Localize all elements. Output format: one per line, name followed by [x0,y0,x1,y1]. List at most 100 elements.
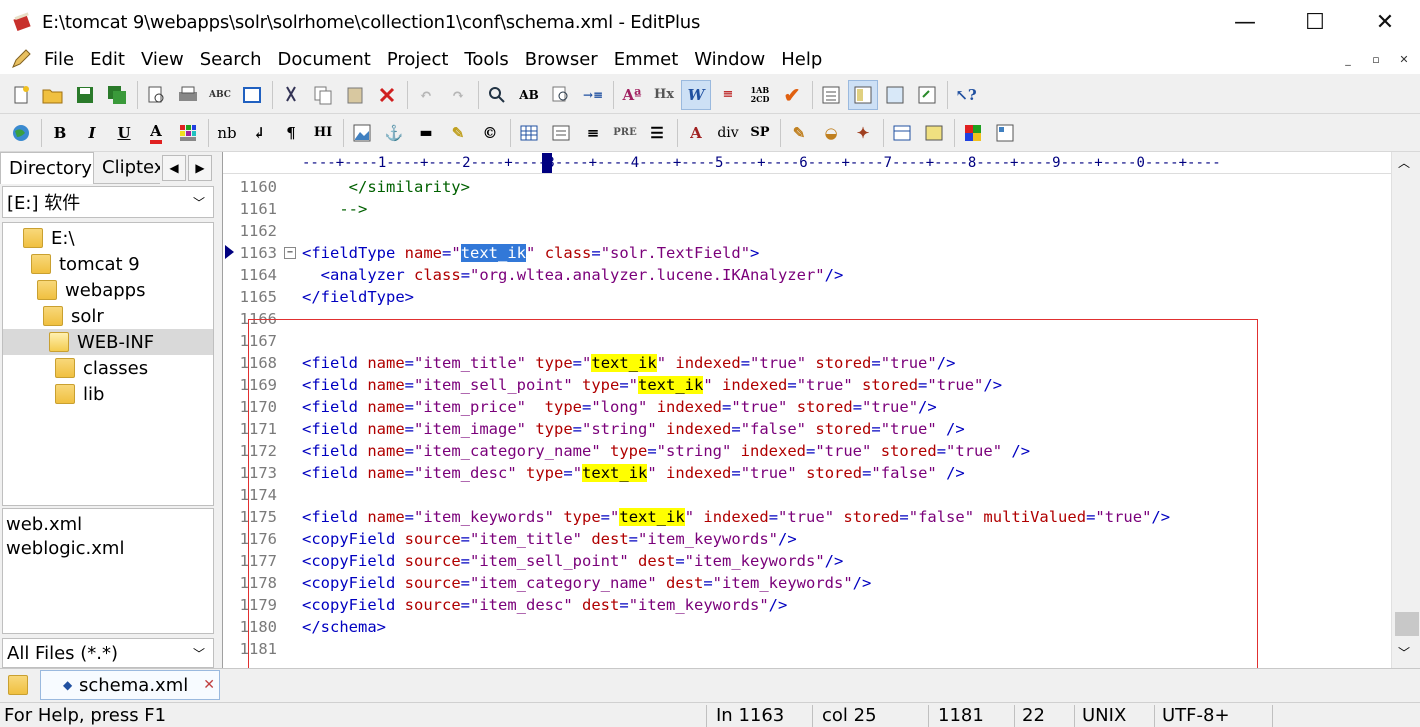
redo-icon[interactable]: ↷ [443,80,473,110]
code-text[interactable]: <fieldType name="text_ik" class="solr.Te… [302,242,759,264]
tree-item-solr[interactable]: solr [43,303,104,329]
edit-pencil-icon[interactable]: ✎ [443,118,473,148]
color-picker-icon[interactable] [958,118,988,148]
folder-tree[interactable]: E:\ tomcat 9 webapps solr WEB-INF classe… [2,222,214,506]
open-folder-icon[interactable] [38,80,68,110]
document-list-icon[interactable] [816,80,846,110]
frame-icon[interactable] [887,118,917,148]
horizontal-rule-icon[interactable]: ▬ [411,118,441,148]
tree-item-tomcat[interactable]: tomcat 9 [31,251,140,277]
tree-item-webapps[interactable]: webapps [37,277,145,303]
spell-check-icon[interactable]: ABC [205,80,235,110]
pre-icon[interactable]: PRE [610,118,640,148]
copy-icon[interactable] [308,80,338,110]
maximize-button[interactable]: ☐ [1280,0,1350,44]
code-line[interactable]: 1162 [223,220,1391,242]
cut-icon[interactable] [276,80,306,110]
tree-item-classes[interactable]: classes [55,355,148,381]
menu-window[interactable]: Window [686,49,773,70]
vertical-scrollbar[interactable]: ︿ ﹀ [1391,152,1420,668]
doc-close-button[interactable]: ✕ [1390,48,1418,70]
menu-document[interactable]: Document [270,49,379,70]
span-icon[interactable]: SP [745,118,775,148]
cliptext-icon[interactable] [880,80,910,110]
output-window-icon[interactable] [848,79,878,110]
tree-item-lib[interactable]: lib [55,381,104,407]
code-text[interactable]: </fieldType> [302,286,414,308]
tab-cliptext[interactable]: Cliptex [94,152,160,184]
document-tab-schema[interactable]: ◆ schema.xml ✕ [40,670,220,700]
undo-icon[interactable]: ↶ [411,80,441,110]
close-button[interactable]: ✕ [1350,0,1420,44]
tab-scroll-left-icon[interactable]: ◀ [162,155,186,181]
new-file-icon[interactable] [6,80,36,110]
find-icon[interactable] [482,80,512,110]
menu-search[interactable]: Search [192,49,270,70]
code-line[interactable]: 1163 <fieldType name="text_ik" class="sol… [223,242,1391,264]
fold-collapse-icon[interactable]: − [284,247,296,259]
line-number-icon[interactable]: ≡ [713,80,743,110]
script-icon[interactable]: ✦ [848,118,878,148]
globe-icon[interactable] [6,118,36,148]
nbsp-icon[interactable]: nb [212,118,242,148]
print-preview-icon[interactable] [141,80,171,110]
check-icon[interactable]: ✔ [777,80,807,110]
menu-help[interactable]: Help [773,49,830,70]
paragraph-icon[interactable]: ¶ [276,118,306,148]
menu-browser[interactable]: Browser [517,49,606,70]
save-icon[interactable] [70,80,100,110]
doc-minimize-button[interactable]: _ [1334,48,1362,70]
window-switch-icon[interactable] [912,80,942,110]
table-icon[interactable] [514,118,544,148]
status-encoding[interactable]: UTF-8+ [1162,705,1230,727]
tab-directory[interactable]: Directory [0,152,94,184]
div-icon[interactable]: div [713,118,743,148]
status-line-ending[interactable]: UNIX [1082,705,1126,727]
iframe-icon[interactable] [919,118,949,148]
clear-format-icon[interactable]: ◒ [816,118,846,148]
italic-icon[interactable]: I [77,118,107,148]
minimize-button[interactable]: — [1210,0,1280,44]
delete-icon[interactable] [372,80,402,110]
code-line[interactable]: 1161 --> [223,198,1391,220]
code-line[interactable]: 1165 </fieldType> [223,286,1391,308]
scrollbar-thumb[interactable] [1395,612,1419,636]
menu-edit[interactable]: Edit [82,49,133,70]
file-item-web-xml[interactable]: web.xml [6,513,210,537]
menu-view[interactable]: View [133,49,192,70]
anchor-icon[interactable]: ⚓ [379,118,409,148]
word-wrap-icon[interactable]: W [681,79,711,110]
tree-item-web-inf[interactable]: WEB-INF [3,329,213,355]
column-select-icon[interactable]: 1AB 2CD [745,80,775,110]
code-text[interactable]: <analyzer class="org.wltea.analyzer.luce… [302,264,844,286]
folder-icon[interactable] [8,675,28,695]
form-icon[interactable] [546,118,576,148]
line-break-icon[interactable]: ↲ [244,118,274,148]
font-icon[interactable]: Aª [617,80,647,110]
doc-restore-button[interactable]: ▫ [1362,48,1390,70]
image-icon[interactable] [347,118,377,148]
code-line[interactable]: 1160 </similarity> [223,176,1391,198]
browser-preview-icon[interactable] [237,80,267,110]
tab-close-icon[interactable]: ✕ [203,677,215,693]
style-edit-icon[interactable]: ✎ [784,118,814,148]
code-text[interactable]: --> [302,198,367,220]
context-help-icon[interactable]: ↖? [951,80,981,110]
code-text[interactable]: </similarity> [302,176,470,198]
heading-icon[interactable]: HI [308,118,338,148]
layer-icon[interactable] [990,118,1020,148]
color-palette-icon[interactable] [173,118,203,148]
file-item-weblogic-xml[interactable]: weblogic.xml [6,537,210,561]
align-icon[interactable]: ≡ [578,118,608,148]
menu-tools[interactable]: Tools [456,49,516,70]
paste-icon[interactable] [340,80,370,110]
drive-select[interactable]: [E:] 软件 ﹀ [2,186,214,218]
scroll-down-icon[interactable]: ﹀ [1398,644,1410,661]
tab-scroll-right-icon[interactable]: ▶ [188,155,212,181]
file-filter-select[interactable]: All Files (*.*) ﹀ [2,638,214,668]
goto-line-icon[interactable]: →≡ [578,80,608,110]
bold-icon[interactable]: B [45,118,75,148]
replace-icon[interactable]: AB [514,80,544,110]
code-line[interactable]: 1164 <analyzer class="org.wltea.analyzer… [223,264,1391,286]
font-color-icon[interactable]: A [141,118,171,148]
